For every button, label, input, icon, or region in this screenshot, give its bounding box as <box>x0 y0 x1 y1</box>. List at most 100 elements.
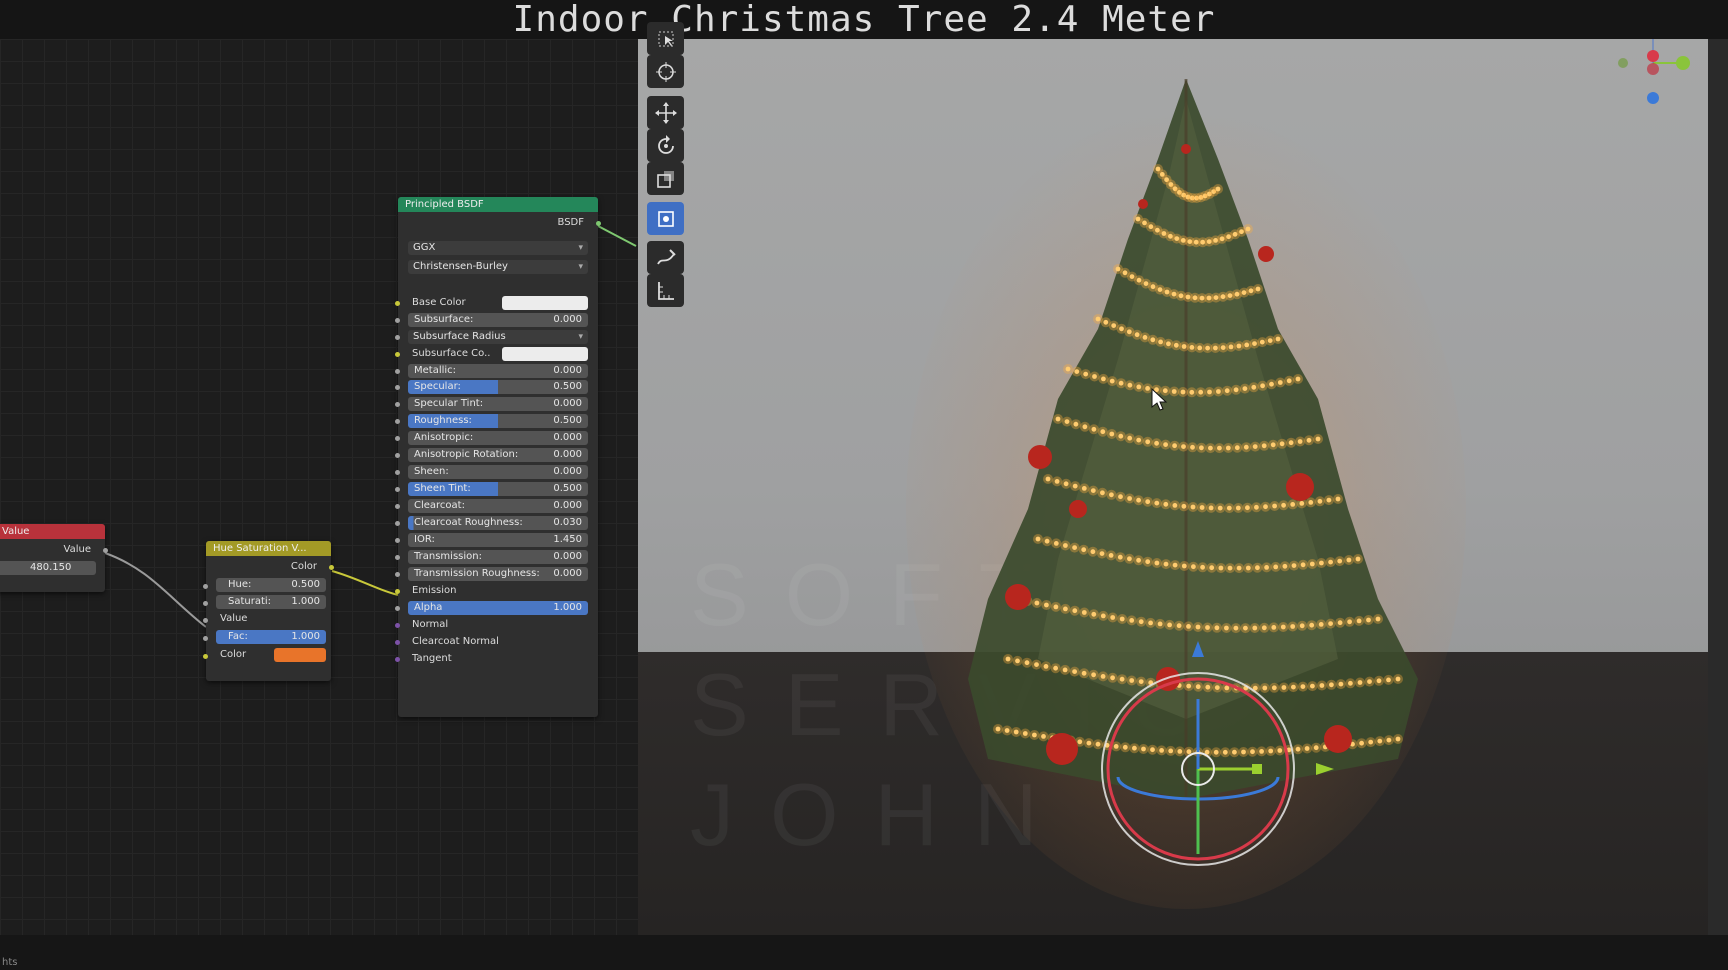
fairy-light-glow <box>1179 561 1190 571</box>
fairy-light-glow <box>1287 499 1298 510</box>
bsdf-field[interactable]: Sheen Tint: 0.500 <box>408 482 588 496</box>
bsdf-field[interactable]: Metallic: 0.000 <box>408 364 588 378</box>
select-box-tool[interactable] <box>647 22 684 55</box>
value-field[interactable]: 480.150 <box>0 561 96 575</box>
fairy-light-glow <box>1220 747 1231 758</box>
fairy-light-glow <box>1174 620 1185 631</box>
color-input-socket[interactable] <box>203 654 208 659</box>
saturation-input-socket[interactable] <box>203 601 208 606</box>
scale-tool[interactable] <box>647 162 684 195</box>
bsdf-field[interactable]: Clearcoat Roughness: 0.030 <box>408 516 588 530</box>
bsdf-dropdown[interactable]: Subsurface Radius ▾ <box>408 330 588 344</box>
bsdf-field-label: Sheen: <box>414 466 449 477</box>
bsdf-field[interactable]: Specular: 0.500 <box>408 380 588 394</box>
bsdf-input-socket[interactable] <box>395 623 400 628</box>
fairy-light-glow <box>1374 675 1384 686</box>
bsdf-field[interactable]: Roughness: 0.500 <box>408 414 588 428</box>
distribution-dropdown[interactable]: GGX ▾ <box>408 241 588 255</box>
fairy-light-glow <box>1257 380 1268 391</box>
hue-field[interactable]: Hue: 0.500 <box>216 578 326 592</box>
hue-color-swatch[interactable] <box>274 648 326 662</box>
hue-input-socket[interactable] <box>203 584 208 589</box>
bsdf-input-label: Emission <box>412 585 457 596</box>
fac-input-socket[interactable] <box>203 636 208 641</box>
bsdf-input-socket[interactable] <box>395 487 400 492</box>
fairy-light-glow <box>1277 438 1288 449</box>
value-input-socket[interactable] <box>203 618 208 623</box>
bsdf-field[interactable]: IOR: 1.450 <box>408 533 588 547</box>
fairy-light-glow <box>1259 622 1270 633</box>
rotate-tool[interactable] <box>647 129 684 162</box>
hue-color-output-socket[interactable] <box>329 565 334 570</box>
bsdf-input-socket[interactable] <box>395 335 400 340</box>
fairy-light-glow <box>1202 622 1213 633</box>
bsdf-input-socket[interactable] <box>395 352 400 357</box>
fairy-light-glow <box>1287 621 1298 632</box>
value-node-title: Value <box>2 526 30 537</box>
cursor-tool[interactable] <box>647 55 684 88</box>
fairy-light-glow <box>1188 502 1198 512</box>
bsdf-input-socket[interactable] <box>395 606 400 611</box>
measure-tool[interactable] <box>647 274 684 307</box>
fairy-light-glow <box>1042 536 1053 547</box>
hue-node-header[interactable]: Hue Saturation V... <box>206 541 331 556</box>
bsdf-field[interactable]: Alpha 1.000 <box>408 601 588 615</box>
bsdf-input-socket[interactable] <box>395 640 400 645</box>
bsdf-input-socket[interactable] <box>395 402 400 407</box>
bsdf-input-socket[interactable] <box>395 436 400 441</box>
fairy-light-glow <box>1124 493 1135 504</box>
bsdf-output-socket[interactable] <box>596 221 601 226</box>
node-editor[interactable]: Value Value 480.150 Hue Saturation V... … <box>0 39 638 935</box>
bsdf-input-socket[interactable] <box>395 538 400 543</box>
bsdf-input-socket[interactable] <box>395 470 400 475</box>
move-icon <box>654 101 677 124</box>
bsdf-input-socket[interactable] <box>395 385 400 390</box>
bsdf-color-swatch[interactable] <box>502 296 588 310</box>
hue-saturation-node[interactable]: Hue Saturation V... Color Hue: 0.500 Sat… <box>203 541 334 681</box>
transform-tool[interactable] <box>647 202 684 235</box>
bsdf-field[interactable]: Transmission Roughness: 0.000 <box>408 567 588 581</box>
bsdf-field[interactable]: Sheen: 0.000 <box>408 465 588 479</box>
bsdf-input-socket[interactable] <box>395 657 400 662</box>
bsdf-field[interactable]: Anisotropic Rotation: 0.000 <box>408 448 588 462</box>
fairy-light-glow <box>1334 556 1345 567</box>
value-output-socket[interactable] <box>103 548 108 553</box>
bsdf-node-header[interactable]: Principled BSDF <box>398 197 598 212</box>
bsdf-input-socket[interactable] <box>395 555 400 560</box>
fairy-light-glow <box>1097 426 1108 437</box>
scale-icon <box>656 170 674 188</box>
properties-tab-strip[interactable] <box>1708 39 1728 935</box>
value-node[interactable]: Value Value 480.150 <box>0 524 108 592</box>
bsdf-input-socket[interactable] <box>395 318 400 323</box>
bsdf-field[interactable]: Specular Tint: 0.000 <box>408 397 588 411</box>
fairy-light-glow <box>1098 671 1109 682</box>
bsdf-field[interactable]: Subsurface: 0.000 <box>408 313 588 327</box>
bsdf-input-socket[interactable] <box>395 521 400 526</box>
bsdf-color-swatch[interactable] <box>502 347 588 361</box>
3d-viewport[interactable]: SOFTW SERVIC JOHN <box>638 39 1708 935</box>
bsdf-input-socket[interactable] <box>395 301 400 306</box>
fairy-light-glow <box>1107 612 1118 623</box>
bsdf-field[interactable]: Anisotropic: 0.000 <box>408 431 588 445</box>
bsdf-input-socket[interactable] <box>395 369 400 374</box>
annotate-icon <box>656 248 676 264</box>
saturation-field[interactable]: Saturati: 1.000 <box>216 595 326 609</box>
bsdf-input-socket[interactable] <box>395 572 400 577</box>
move-tool[interactable] <box>647 96 684 129</box>
bsdf-input-socket[interactable] <box>395 453 400 458</box>
fairy-light-glow <box>1070 481 1081 492</box>
principled-bsdf-node[interactable]: Principled BSDF BSDF GGX ▾ Christensen-B… <box>395 197 601 717</box>
subsurface-method-dropdown[interactable]: Christensen-Burley ▾ <box>408 260 588 274</box>
fairy-light-glow <box>1316 680 1327 691</box>
fairy-light-glow <box>1238 747 1249 757</box>
fac-field[interactable]: Fac: 1.000 <box>216 630 326 644</box>
fairy-light-glow <box>1313 434 1323 444</box>
bsdf-field[interactable]: Clearcoat: 0.000 <box>408 499 588 513</box>
bsdf-input-socket[interactable] <box>395 419 400 424</box>
value-node-header[interactable]: Value <box>0 524 105 539</box>
hue-value: 0.500 <box>291 579 320 590</box>
bsdf-input-socket[interactable] <box>395 589 400 594</box>
bsdf-input-socket[interactable] <box>395 504 400 509</box>
bsdf-field[interactable]: Transmission: 0.000 <box>408 550 588 564</box>
annotate-tool[interactable] <box>647 241 684 274</box>
